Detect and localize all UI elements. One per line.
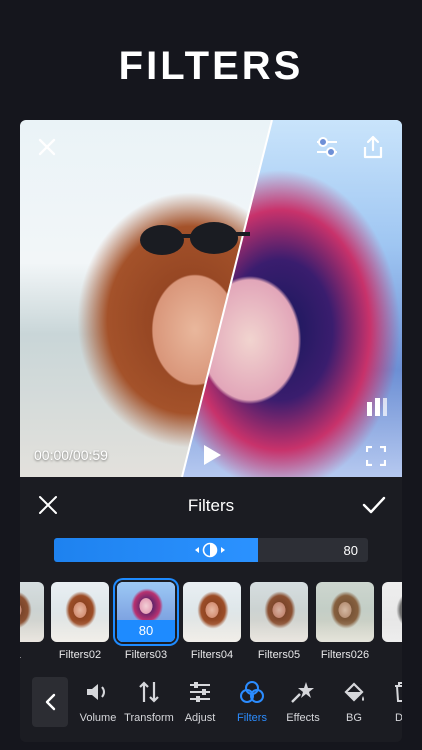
- slider-handle-icon[interactable]: [190, 538, 230, 562]
- tool-label: De: [394, 712, 402, 724]
- tool-label: BG: [346, 712, 362, 724]
- close-icon[interactable]: [34, 134, 60, 160]
- tool-label: Filters: [237, 712, 267, 724]
- filter-thumbnail[interactable]: [183, 582, 241, 642]
- timecode: 00:00/00:59: [34, 447, 108, 463]
- app-screen: 00:00/00:59 Filters 80 Filters02 80 Filt…: [20, 120, 402, 742]
- play-icon[interactable]: [200, 442, 224, 468]
- filter-thumbnail[interactable]: [20, 582, 44, 642]
- settings-sliders-icon[interactable]: [314, 134, 340, 160]
- transform-icon: [123, 678, 175, 706]
- confirm-check-icon[interactable]: [360, 492, 388, 518]
- tool-label: Transform: [124, 712, 174, 724]
- filter-thumbnail[interactable]: [51, 582, 109, 642]
- filter-panel-header: Filters: [20, 477, 402, 533]
- slider-value: 80: [343, 543, 358, 558]
- intensity-slider[interactable]: 80: [54, 538, 368, 562]
- filters-icon: [226, 678, 278, 706]
- tool-transform[interactable]: Transform: [123, 678, 175, 730]
- thumbnail-shade: [20, 620, 44, 642]
- tool-adjust[interactable]: Adjust: [174, 678, 226, 730]
- tool-label: Volume: [79, 712, 117, 724]
- tool-filters[interactable]: Filters: [226, 678, 278, 730]
- filter-thumbnail-strip[interactable]: 01Filters0280Filters03Filters04Filters05…: [20, 582, 402, 664]
- volume-icon: [72, 678, 124, 706]
- panel-title: Filters: [187, 496, 235, 515]
- tool-volume[interactable]: Volume: [72, 678, 124, 730]
- tool-effects[interactable]: Effects: [277, 678, 329, 730]
- compare-toggle-icon[interactable]: [365, 396, 389, 418]
- adjust-icon: [174, 678, 226, 706]
- delete-icon: [376, 678, 402, 706]
- filter-thumbnail[interactable]: [250, 582, 308, 642]
- headline: FILTERS: [118, 44, 304, 88]
- thumbnail-shade: [183, 620, 241, 642]
- filter-label: Filt: [371, 649, 402, 661]
- fullscreen-icon[interactable]: [364, 444, 388, 468]
- thumbnail-shade: [382, 620, 402, 642]
- sunglasses-graphic: [140, 222, 250, 255]
- video-preview[interactable]: 00:00/00:59: [20, 120, 402, 477]
- filter-thumbnail[interactable]: 80: [117, 582, 175, 642]
- tool-label: Effects: [286, 712, 320, 724]
- chevron-left-icon: [45, 693, 56, 711]
- intensity-badge: 80: [117, 620, 175, 642]
- bg-icon: [328, 678, 380, 706]
- thumbnail-shade: [316, 620, 374, 642]
- back-button[interactable]: [32, 677, 68, 727]
- thumbnail-shade: [250, 620, 308, 642]
- filter-thumbnail[interactable]: [382, 582, 402, 642]
- tool-bg[interactable]: BG: [328, 678, 380, 730]
- tool-de[interactable]: De: [376, 678, 402, 730]
- thumbnail-shade: [51, 620, 109, 642]
- filter-thumbnail[interactable]: [316, 582, 374, 642]
- effects-icon: [277, 678, 329, 706]
- tool-label: Adjust: [184, 712, 216, 724]
- share-icon[interactable]: [360, 134, 386, 160]
- split-divider: [181, 120, 273, 477]
- bottom-toolbar: Volume Transform Adjust Filters Effects BG De: [20, 670, 402, 742]
